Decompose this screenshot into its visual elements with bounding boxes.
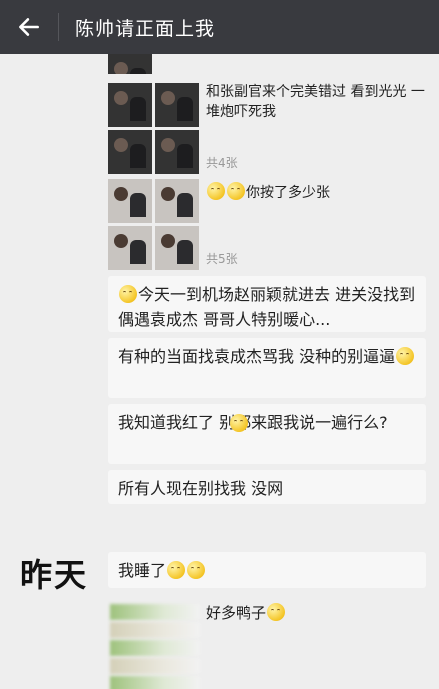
post-text: 我知道我红了 别都来跟我说一遍行么? — [118, 413, 388, 432]
smile-emoji-icon — [267, 603, 286, 621]
smile-emoji-icon — [230, 414, 248, 432]
blurred-item[interactable] — [110, 676, 200, 689]
text-post[interactable]: 我睡了 — [108, 552, 426, 588]
photo-count: 共5张 — [206, 252, 238, 266]
photo-group-top[interactable] — [108, 54, 418, 74]
photo-thumbnail[interactable] — [155, 83, 199, 127]
post-text: 你按了多少张 — [206, 182, 330, 203]
photo-thumbnail[interactable] — [155, 130, 199, 174]
post-text: 和张副官来个完美错过 看到光光 一堆炮吓死我 — [206, 84, 425, 120]
post-text: 有种的当面找袁成杰骂我 没种的别逼逼 — [118, 347, 396, 366]
photo-thumbnail[interactable] — [108, 179, 152, 223]
photo-thumbnail[interactable] — [108, 226, 152, 270]
blurred-item[interactable] — [110, 640, 200, 656]
post-text: 好多鸭子 — [206, 602, 286, 623]
post-text: 今天一到机场赵丽颖就进去 进关没找到偶遇袁成杰 哥哥人特别暖心... — [118, 285, 416, 329]
page-title: 陈帅请正面上我 — [75, 17, 216, 40]
header-divider — [58, 13, 59, 41]
post-text-content: 好多鸭子 — [206, 604, 267, 622]
blurred-thumbnail-list[interactable] — [110, 604, 200, 689]
smile-emoji-icon — [187, 561, 206, 579]
smile-emoji-icon — [227, 182, 245, 200]
text-post[interactable]: 我知道我红了 别都来跟我说一遍行么? — [108, 404, 426, 464]
blurred-item[interactable] — [110, 658, 200, 674]
photo-thumbnail[interactable] — [108, 54, 152, 74]
post-text-content: 你按了多少张 — [246, 185, 330, 201]
arrow-left-icon — [19, 18, 39, 36]
blurred-item[interactable] — [110, 604, 200, 620]
text-post[interactable]: 今天一到机场赵丽颖就进去 进关没找到偶遇袁成杰 哥哥人特别暖心... — [108, 276, 426, 332]
text-post[interactable]: 所有人现在别找我 没网 — [108, 470, 426, 504]
photo-thumbnail[interactable] — [108, 130, 152, 174]
back-button[interactable] — [0, 0, 58, 54]
smile-emoji-icon — [167, 561, 186, 579]
photo-count: 共4张 — [206, 156, 238, 170]
post-text: 所有人现在别找我 没网 — [118, 479, 284, 498]
smile-emoji-icon — [119, 285, 137, 303]
date-label: 昨天 — [20, 556, 89, 594]
smile-emoji-icon — [207, 182, 225, 200]
app-header: 陈帅请正面上我 — [0, 0, 439, 54]
blurred-item[interactable] — [110, 622, 200, 638]
photo-thumbnail[interactable] — [155, 226, 199, 270]
post-text: 我睡了 — [118, 561, 167, 580]
smile-emoji-icon — [396, 347, 415, 365]
feed[interactable]: 和张副官来个完美错过 看到光光 一堆炮吓死我 共4张 你按了多少张 共5张 今天… — [0, 54, 439, 689]
photo-thumbnail[interactable] — [155, 179, 199, 223]
text-post[interactable]: 有种的当面找袁成杰骂我 没种的别逼逼 — [108, 338, 426, 398]
photo-thumbnail[interactable] — [108, 83, 152, 127]
